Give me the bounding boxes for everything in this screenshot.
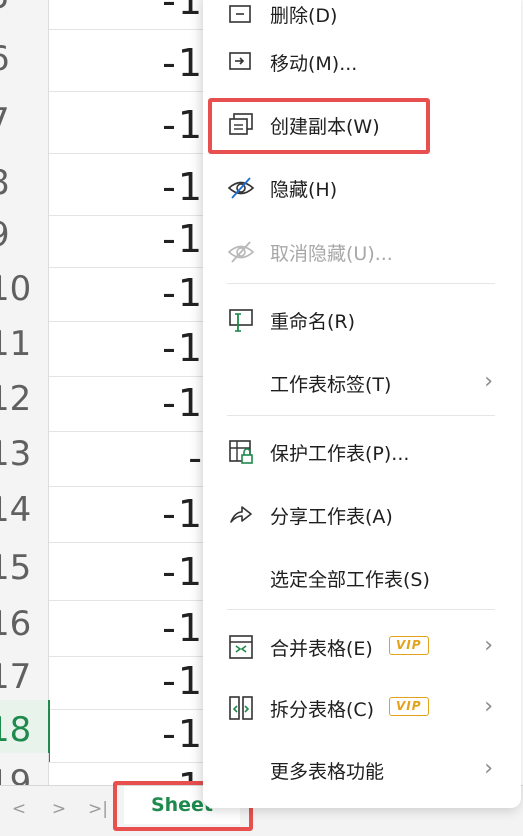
next-sheet-button[interactable]: > [48,794,70,824]
menu-item-label: 隐藏(H) [270,179,338,201]
menu-divider [227,415,495,416]
prev-sheet-button[interactable]: < [8,794,30,824]
menu-item-unhide[interactable]: 取消隐藏(U)... [203,224,521,280]
cell-value[interactable]: -1 [52,538,204,600]
move-sheet-icon [229,52,251,70]
menu-divider [227,283,495,284]
protect-sheet-icon [229,440,253,464]
row-number[interactable]: 15 [0,538,49,600]
row-number[interactable]: 14 [0,480,49,542]
chevron-right-icon: › [484,694,493,719]
table-row[interactable]: 6 -1 [0,29,210,92]
table-row[interactable]: 12 -1 [0,369,210,432]
cell-value[interactable]: -1 [52,29,204,91]
menu-item-more-table-features[interactable]: 更多表格功能 › [203,742,521,798]
table-row[interactable]: 14 -1 [0,480,210,543]
merge-tables-icon [229,635,253,659]
table-row[interactable]: 13 - [0,424,210,487]
create-copy-highlight [208,98,430,154]
menu-item-hide[interactable]: 隐藏(H) [203,160,521,216]
cell-value[interactable]: -1 [52,480,204,542]
table-row[interactable]: 11 -1 [0,314,210,377]
cell-value[interactable]: -1 [52,205,204,267]
table-row[interactable]: 5 -1 [0,0,210,30]
row-number[interactable]: 10 [0,259,49,321]
menu-item-label: 重命名(R) [270,311,356,333]
row-number[interactable]: 6 [0,29,49,91]
split-tables-icon [229,696,253,720]
menu-item-label: 移动(M)... [270,53,358,75]
delete-sheet-icon [229,5,251,23]
chevron-right-icon: › [484,369,493,394]
menu-item-label: 合并表格(E) [270,638,373,660]
cell-value[interactable]: -1 [52,0,204,29]
row-number[interactable]: 11 [0,314,49,376]
menu-item-label: 选定全部工作表(S) [270,569,430,591]
menu-item-label: 取消隐藏(U)... [270,243,393,265]
row-number[interactable]: 7 [0,91,49,153]
row-number[interactable]: 19 [0,753,49,785]
menu-item-label: 拆分表格(C) [270,699,375,721]
cell-value[interactable]: -1 [52,259,204,321]
menu-item-move[interactable]: 移动(M)... [203,34,521,90]
menu-item-tab-color[interactable]: 工作表标签(T) › [203,355,521,411]
cell-value[interactable]: -1 [52,314,204,376]
row-number[interactable]: 13 [0,424,49,486]
cell-value[interactable]: - [52,424,204,486]
share-icon [230,506,252,523]
menu-item-share[interactable]: 分享工作表(A) [203,487,521,543]
chevron-right-icon: › [484,756,493,781]
table-row[interactable]: 10 -1 [0,259,210,322]
menu-item-label: 删除(D) [270,5,338,27]
menu-item-rename[interactable]: 重命名(R) [203,292,521,348]
table-row[interactable]: 7 -1 [0,91,210,154]
menu-item-protect[interactable]: 保护工作表(P)... [203,424,521,480]
menu-item-label: 保护工作表(P)... [270,443,410,465]
row-number[interactable]: 9 [0,205,49,267]
menu-item-merge-tables[interactable]: 合并表格(E) VIP › [203,619,521,675]
menu-item-label: 分享工作表(A) [270,506,393,528]
cell-value[interactable]: -1 [52,91,204,153]
menu-divider [227,609,495,610]
eye-hidden-icon [227,177,255,199]
table-row[interactable]: 15 -1 [0,538,210,601]
cell-value[interactable]: -1 [52,369,204,431]
vip-badge: VIP [389,697,429,716]
chevron-right-icon: › [484,633,493,658]
menu-item-select-all[interactable]: 选定全部工作表(S) [203,550,521,606]
rename-icon [229,309,253,332]
menu-item-label: 更多表格功能 [270,761,385,783]
menu-item-label: 工作表标签(T) [270,374,392,396]
row-number[interactable]: 5 [0,0,49,29]
last-sheet-button[interactable]: >| [84,794,112,824]
row-number[interactable]: 12 [0,369,49,431]
eye-unhide-icon [227,241,255,263]
vip-badge: VIP [389,636,429,655]
menu-item-split-tables[interactable]: 拆分表格(C) VIP › [203,680,521,736]
